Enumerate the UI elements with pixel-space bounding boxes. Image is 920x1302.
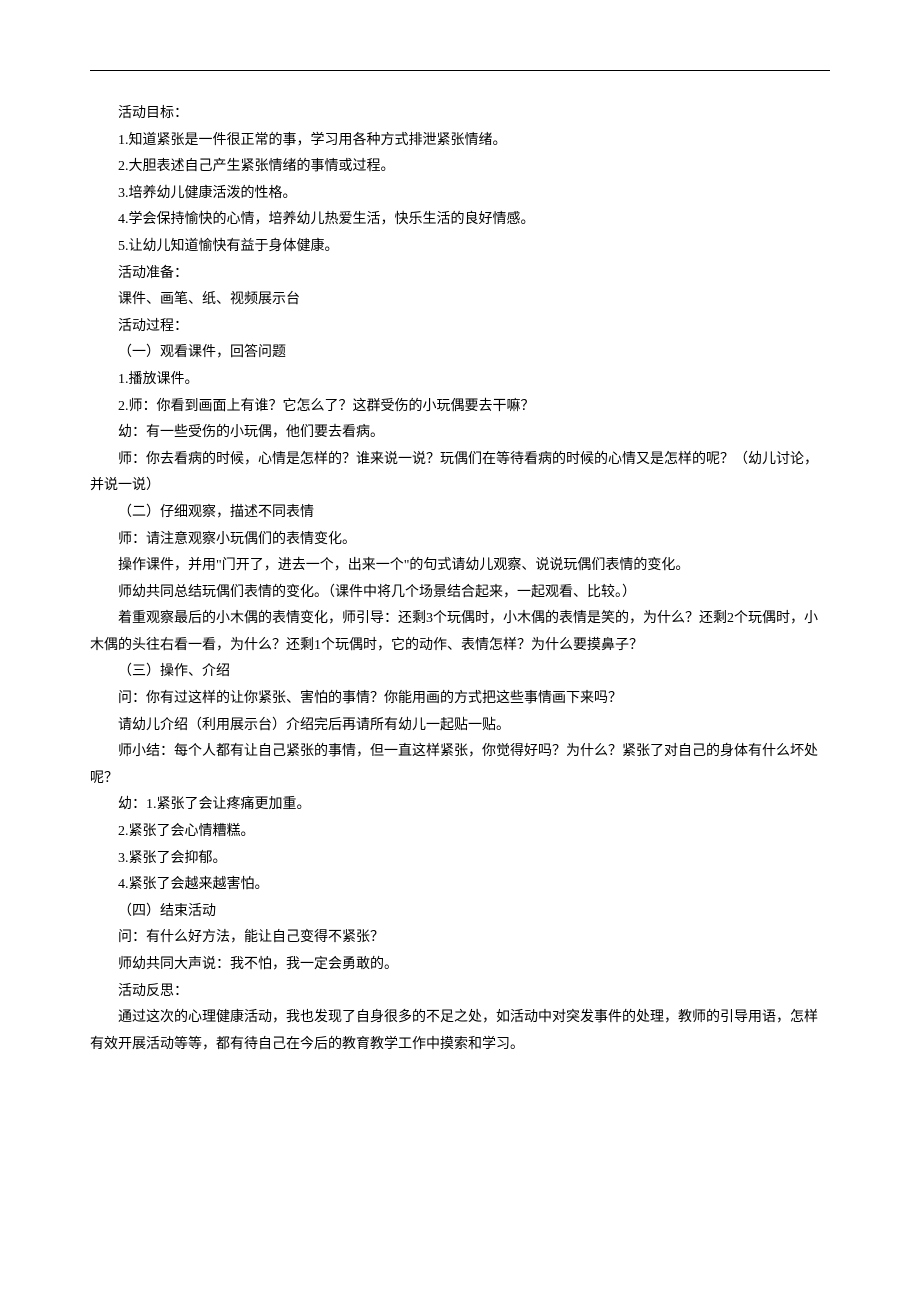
paragraph: 问：你有过这样的让你紧张、害怕的事情？你能用画的方式把这些事情画下来吗？ xyxy=(90,686,830,713)
paragraph: 4.紧张了会越来越害怕。 xyxy=(90,872,830,899)
paragraph: 幼：有一些受伤的小玩偶，他们要去看病。 xyxy=(90,420,830,447)
paragraph: 1.知道紧张是一件很正常的事，学习用各种方式排泄紧张情绪。 xyxy=(90,128,830,155)
paragraph: 1.播放课件。 xyxy=(90,367,830,394)
paragraph: （三）操作、介绍 xyxy=(90,659,830,686)
paragraph: 师幼共同总结玩偶们表情的变化。（课件中将几个场景结合起来，一起观看、比较。） xyxy=(90,580,830,607)
paragraph: 问：有什么好方法，能让自己变得不紧张？ xyxy=(90,925,830,952)
paragraph: 3.紧张了会抑郁。 xyxy=(90,846,830,873)
paragraph: 活动准备： xyxy=(90,261,830,288)
paragraph: 师：请注意观察小玩偶们的表情变化。 xyxy=(90,527,830,554)
paragraph: （一）观看课件，回答问题 xyxy=(90,340,830,367)
paragraph: 并说一说） xyxy=(90,473,830,500)
paragraph: 师幼共同大声说：我不怕，我一定会勇敢的。 xyxy=(90,952,830,979)
paragraph: 2.师：你看到画面上有谁？它怎么了？这群受伤的小玩偶要去干嘛？ xyxy=(90,394,830,421)
paragraph: 活动目标： xyxy=(90,101,830,128)
paragraph: （四）结束活动 xyxy=(90,899,830,926)
paragraph: 通过这次的心理健康活动，我也发现了自身很多的不足之处，如活动中对突发事件的处理，… xyxy=(90,1005,830,1032)
paragraph: 师小结：每个人都有让自己紧张的事情，但一直这样紧张，你觉得好吗？为什么？紧张了对… xyxy=(90,739,830,766)
horizontal-rule xyxy=(90,70,830,71)
paragraph: 有效开展活动等等，都有待自己在今后的教育教学工作中摸索和学习。 xyxy=(90,1032,830,1059)
paragraph: 2.紧张了会心情糟糕。 xyxy=(90,819,830,846)
document-page: 活动目标： 1.知道紧张是一件很正常的事，学习用各种方式排泄紧张情绪。 2.大胆… xyxy=(0,0,920,1302)
paragraph: 活动反思： xyxy=(90,979,830,1006)
paragraph: 呢？ xyxy=(90,766,830,793)
paragraph: 课件、画笔、纸、视频展示台 xyxy=(90,287,830,314)
paragraph: 师：你去看病的时候，心情是怎样的？谁来说一说？玩偶们在等待看病的时候的心情又是怎… xyxy=(90,447,830,474)
paragraph: 木偶的头往右看一看，为什么？还剩1个玩偶时，它的动作、表情怎样？为什么要摸鼻子？ xyxy=(90,633,830,660)
paragraph: 操作课件，并用"门开了，进去一个，出来一个"的句式请幼儿观察、说说玩偶们表情的变… xyxy=(90,553,830,580)
paragraph: 3.培养幼儿健康活泼的性格。 xyxy=(90,181,830,208)
paragraph: 5.让幼儿知道愉快有益于身体健康。 xyxy=(90,234,830,261)
paragraph: 4.学会保持愉快的心情，培养幼儿热爱生活，快乐生活的良好情感。 xyxy=(90,207,830,234)
paragraph: 请幼儿介绍（利用展示台）介绍完后再请所有幼儿一起贴一贴。 xyxy=(90,713,830,740)
paragraph: （二）仔细观察，描述不同表情 xyxy=(90,500,830,527)
paragraph: 着重观察最后的小木偶的表情变化，师引导：还剩3个玩偶时，小木偶的表情是笑的，为什… xyxy=(90,606,830,633)
paragraph: 2.大胆表述自己产生紧张情绪的事情或过程。 xyxy=(90,154,830,181)
paragraph: 活动过程： xyxy=(90,314,830,341)
paragraph: 幼：1.紧张了会让疼痛更加重。 xyxy=(90,792,830,819)
